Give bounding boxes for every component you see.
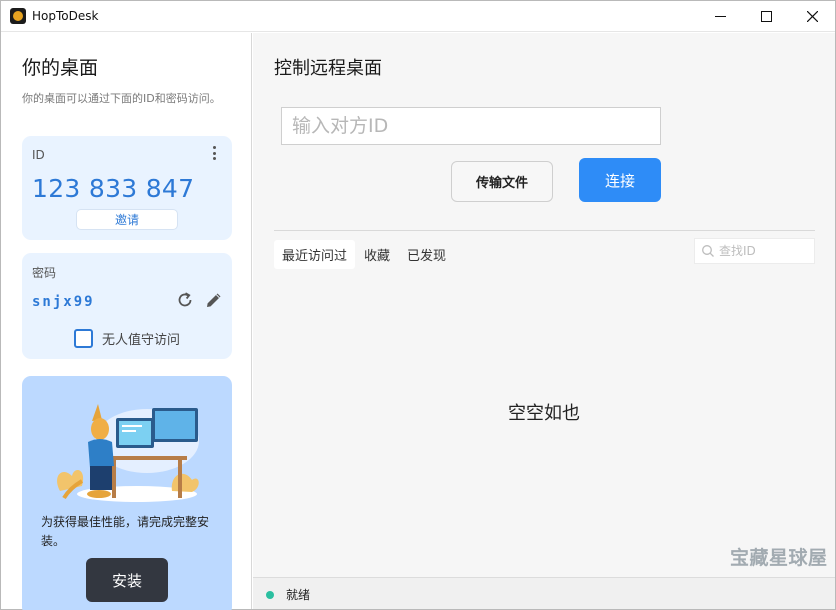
password-card: 密码 snjx99 无人值守访问 bbox=[22, 253, 232, 359]
maximize-button[interactable] bbox=[743, 1, 789, 32]
sidebar-description: 你的桌面可以通过下面的ID和密码访问。 bbox=[22, 92, 221, 105]
minimize-icon bbox=[714, 16, 726, 17]
empty-list-message: 空空如也 bbox=[508, 403, 580, 424]
status-bar: 就绪 bbox=[253, 577, 835, 609]
status-indicator bbox=[266, 591, 274, 599]
search-id-box[interactable] bbox=[694, 238, 815, 264]
password-value: snjx99 bbox=[32, 294, 95, 310]
peer-tabs: 最近访问过 收藏 已发现 bbox=[274, 239, 455, 269]
search-icon bbox=[702, 245, 714, 257]
pencil-icon[interactable] bbox=[204, 290, 224, 310]
tab-recent[interactable]: 最近访问过 bbox=[274, 239, 356, 269]
main-panel: 控制远程桌面 传输文件 连接 最近访问过 收藏 已发现 空空如也 宝藏星球屋 bbox=[253, 33, 835, 577]
section-divider bbox=[274, 230, 815, 231]
close-icon bbox=[806, 11, 818, 22]
maximize-icon bbox=[760, 11, 772, 22]
id-value: 123 833 847 bbox=[32, 174, 195, 203]
status-text: 就绪 bbox=[286, 588, 311, 602]
remote-id-input[interactable] bbox=[281, 107, 661, 145]
transfer-file-button[interactable]: 传输文件 bbox=[451, 161, 553, 202]
search-id-input[interactable] bbox=[719, 244, 809, 258]
app-logo-icon bbox=[10, 8, 26, 24]
tab-discovered[interactable]: 已发现 bbox=[399, 240, 454, 269]
app-window: HopToDesk 你的桌面 你的桌面可以通过下面的ID和密码访问。 ID 12… bbox=[0, 0, 836, 610]
sidebar-title: 你的桌面 bbox=[22, 57, 99, 79]
id-card: ID 123 833 847 邀请 bbox=[22, 136, 232, 240]
sidebar: 你的桌面 你的桌面可以通过下面的ID和密码访问。 ID 123 833 847 … bbox=[1, 33, 252, 610]
install-illustration bbox=[57, 404, 199, 502]
unattended-access-checkbox[interactable] bbox=[74, 329, 93, 348]
close-button[interactable] bbox=[789, 1, 835, 32]
minimize-button[interactable] bbox=[697, 1, 743, 32]
refresh-icon[interactable] bbox=[175, 290, 195, 310]
unattended-access-label: 无人值守访问 bbox=[102, 333, 181, 348]
more-vertical-icon[interactable] bbox=[208, 145, 220, 161]
id-label: ID bbox=[32, 148, 45, 162]
password-label: 密码 bbox=[32, 266, 57, 280]
tab-favorites[interactable]: 收藏 bbox=[356, 240, 398, 269]
install-card: 为获得最佳性能，请完成完整安装。 安装 bbox=[22, 376, 232, 610]
install-hint: 为获得最佳性能，请完成完整安装。 bbox=[41, 515, 210, 548]
title-bar[interactable]: HopToDesk bbox=[1, 1, 835, 32]
watermark-text: 宝藏星球屋 bbox=[730, 547, 828, 569]
install-button[interactable]: 安装 bbox=[86, 558, 168, 602]
unattended-access-row[interactable]: 无人值守访问 bbox=[74, 329, 180, 348]
window-title: HopToDesk bbox=[32, 9, 99, 23]
connect-button[interactable]: 连接 bbox=[579, 158, 661, 202]
control-remote-title: 控制远程桌面 bbox=[274, 58, 382, 79]
invite-button[interactable]: 邀请 bbox=[76, 209, 178, 230]
